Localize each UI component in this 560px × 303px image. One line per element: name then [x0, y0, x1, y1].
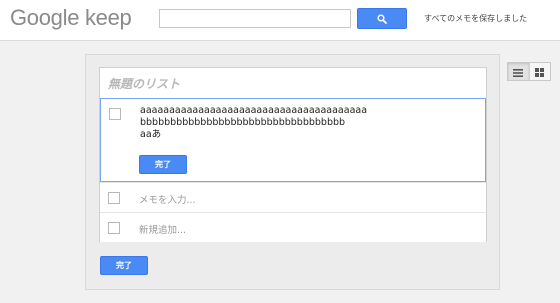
- note-card: 無題のリスト aaaaaaaaaaaaaaaaaaaaaaaaaaaaaaaaa…: [99, 67, 487, 242]
- list-item-active[interactable]: aaaaaaaaaaaaaaaaaaaaaaaaaaaaaaaaaaaaaaa …: [100, 98, 486, 182]
- app-logo[interactable]: Google keep: [10, 5, 132, 31]
- add-item-input[interactable]: 新規追加...: [139, 222, 186, 236]
- save-status-text: すべてのメモを保存しました: [424, 14, 528, 23]
- item-checkbox[interactable]: [109, 108, 121, 120]
- list-view-icon: [513, 62, 524, 81]
- add-item-checkbox[interactable]: [108, 222, 120, 234]
- done-button[interactable]: 完了: [100, 256, 148, 275]
- search-icon: [377, 13, 387, 24]
- search-input[interactable]: [159, 9, 351, 28]
- grid-view-icon: [535, 62, 545, 81]
- item-line: aaaaaaaaaaaaaaaaaaaaaaaaaaaaaaaaaaaaaaa: [140, 105, 368, 116]
- item-line: bbbbbbbbbbbbbbbbbbbbbbbbbbbbbbbbbb: [140, 117, 346, 128]
- top-bar: Google keep すべてのメモを保存しました: [0, 0, 560, 41]
- memo-input[interactable]: メモを入力...: [139, 192, 196, 206]
- item-line: aaあ: [140, 129, 162, 140]
- note-title-input[interactable]: 無題のリスト: [108, 75, 180, 92]
- memo-checkbox[interactable]: [108, 192, 120, 204]
- search-button[interactable]: [357, 8, 407, 29]
- view-toggle: [507, 62, 551, 81]
- memo-row[interactable]: メモを入力...: [100, 182, 486, 212]
- list-item-text[interactable]: aaaaaaaaaaaaaaaaaaaaaaaaaaaaaaaaaaaaaaa …: [140, 105, 367, 141]
- add-item-row[interactable]: 新規追加...: [100, 212, 486, 242]
- item-done-button[interactable]: 完了: [139, 155, 187, 174]
- grid-view-button[interactable]: [528, 62, 551, 81]
- list-view-button[interactable]: [508, 63, 529, 80]
